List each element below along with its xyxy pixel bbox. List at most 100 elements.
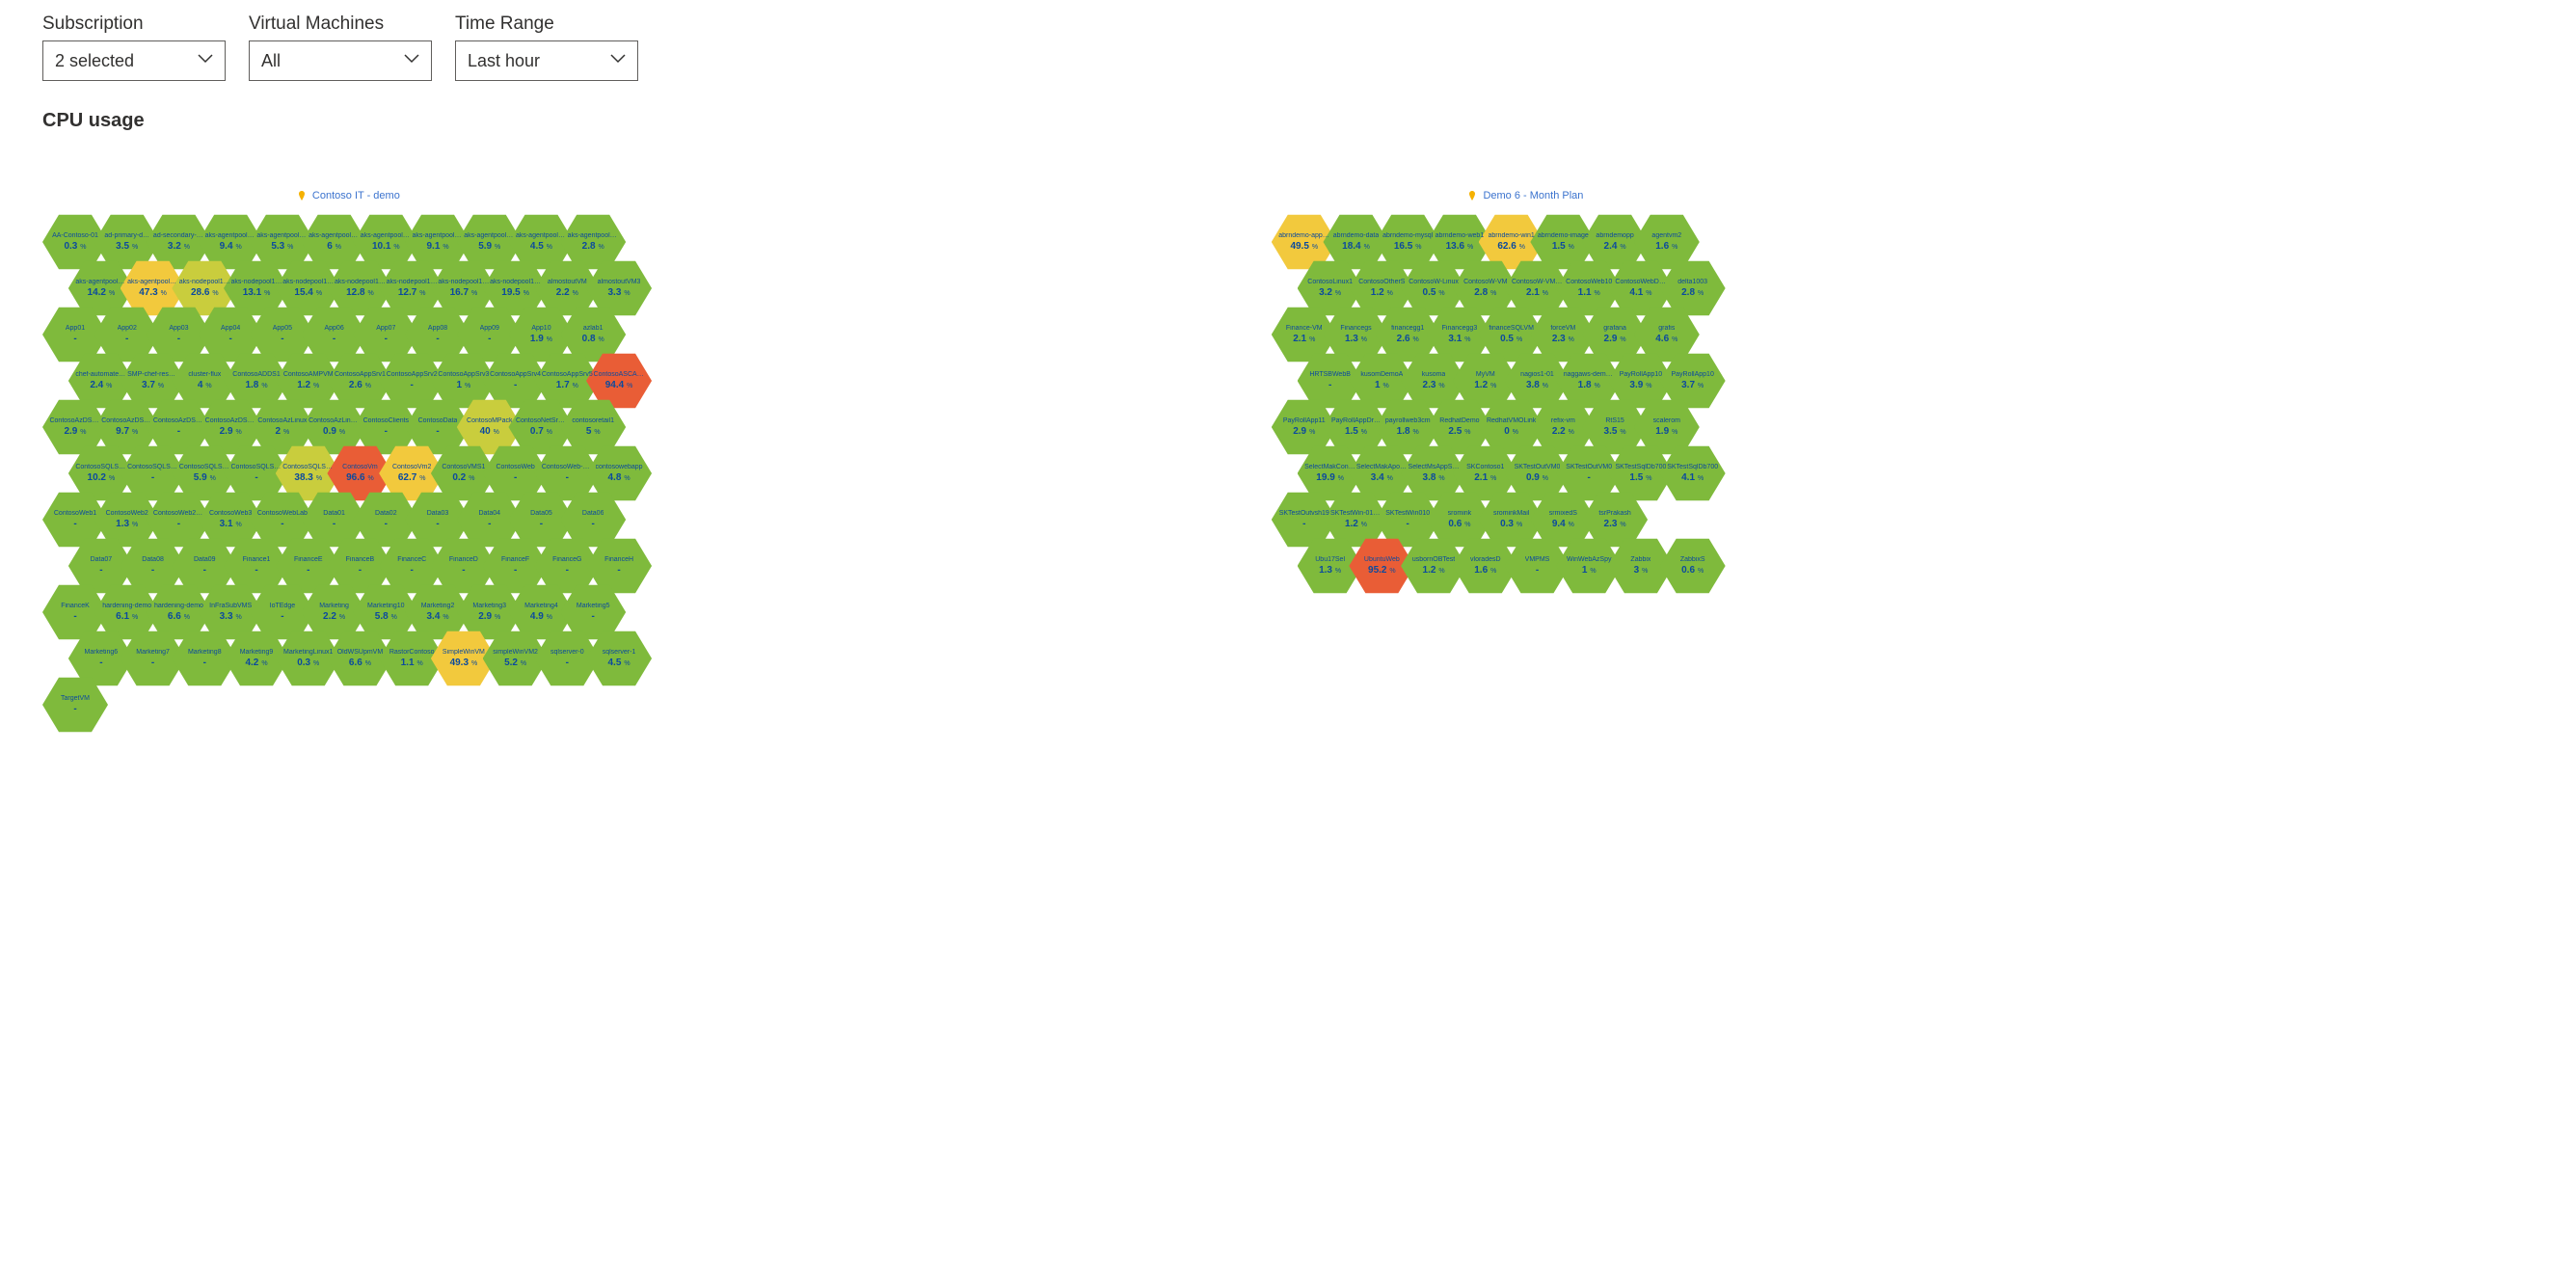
hex-cluster: Demo 6 - Month Planabrndemo-appsrv49.5 %…: [1272, 190, 1780, 737]
hex-value: 0.2 %: [452, 472, 474, 483]
hex-name: aks-agentpool1-40719: [568, 232, 619, 239]
hex-name: IoTEdge: [270, 603, 295, 609]
hex-value: 5 %: [586, 426, 601, 437]
hex-cell[interactable]: sqlserver-14.5 %: [586, 630, 652, 687]
hex-name: ContosoWeb3: [209, 510, 252, 517]
hex-value: 1.3 %: [1345, 334, 1367, 344]
hex-value: -: [514, 380, 517, 390]
hex-value: 3.8 %: [1526, 380, 1548, 390]
filter-select[interactable]: All: [249, 40, 432, 81]
hex-name: FinanceK: [61, 603, 90, 609]
hex-cluster: Contoso IT - demoAA-Contoso-010.3 %ad-pr…: [42, 190, 655, 737]
hex-value: 38.3 %: [294, 472, 322, 483]
hex-value: 0.3 %: [1500, 519, 1522, 529]
hex-value: -: [514, 472, 517, 483]
hex-value: 5.9 %: [478, 241, 500, 252]
hex-name: Marketing5: [577, 603, 610, 609]
hex-value: 3.2 %: [168, 241, 190, 252]
hex-value: 9.4 %: [1552, 519, 1574, 529]
hex-name: tsrPrakash: [1598, 510, 1630, 517]
hex-value: 6 %: [327, 241, 341, 252]
hex-name: HRTSBWebB: [1309, 371, 1351, 378]
hex-name: ContosoSQLSrv2: [127, 464, 178, 470]
section-title: CPU usage: [42, 110, 2534, 132]
hex-value: 2.3 %: [1423, 380, 1445, 390]
hex-name: VMPMS: [1525, 556, 1550, 563]
hex-value: -: [281, 519, 283, 529]
hex-name: ContosoWeb2-Linux: [153, 510, 204, 517]
hex-value: 1.5 %: [1552, 241, 1574, 252]
hex-name: Data03: [427, 510, 449, 517]
hex-value: 1.8 %: [245, 380, 267, 390]
hex-name: ContosoAzDSVS2: [205, 417, 256, 424]
hex-name: SKTestSqlDb700: [1615, 464, 1666, 470]
hex-name: App01: [66, 325, 85, 332]
hex-value: 9.7 %: [116, 426, 138, 437]
hex-name: sromink: [1448, 510, 1472, 517]
hex-name: naggaws-demo-01: [1564, 371, 1615, 378]
hex-name: FinanceH: [604, 556, 633, 563]
hex-value: 1.2 %: [1474, 380, 1496, 390]
filters-bar: Subscription 2 selected Virtual Machines Al…: [42, 13, 2534, 81]
hex-name: ContosoW-VM-no: [1512, 279, 1563, 285]
hex-value: -: [99, 565, 102, 576]
hex-value: -: [255, 565, 257, 576]
hex-value: 2.5 %: [1448, 426, 1470, 437]
hex-value: -: [1536, 565, 1539, 576]
hex-name: kusomDemoA: [1360, 371, 1403, 378]
hex-cell[interactable]: TargetVM-: [42, 676, 108, 734]
hex-value: -: [436, 334, 439, 344]
hex-value: 2.9 %: [1293, 426, 1315, 437]
hex-name: almostoutVM: [548, 279, 587, 285]
hex-name: simpleWinVM2: [493, 649, 538, 656]
hex-value: 4 %: [198, 380, 212, 390]
hex-value: -: [462, 565, 465, 576]
filter-select[interactable]: 2 selected: [42, 40, 226, 81]
hex-value: -: [436, 519, 439, 529]
hex-name: FinanceC: [397, 556, 426, 563]
filter-select[interactable]: Last hour: [455, 40, 638, 81]
filter-value: Last hour: [468, 51, 540, 71]
cluster-title: Demo 6 - Month Plan: [1467, 190, 1583, 201]
filter-label: Subscription: [42, 13, 226, 35]
hex-name: Marketing10: [367, 603, 405, 609]
hex-value: 0.3 %: [297, 657, 319, 668]
hex-value: 4.1 %: [1681, 472, 1704, 483]
hex-name: App08: [428, 325, 447, 332]
hex-value: -: [203, 657, 206, 668]
hex-value: 6.1 %: [116, 611, 138, 622]
hex-value: 6.6 %: [349, 657, 371, 668]
hex-name: Marketing6: [85, 649, 119, 656]
hex-value: 0.5 %: [1423, 287, 1445, 298]
hex-value: 1.6 %: [1655, 241, 1677, 252]
hex-value: 95.2 %: [1368, 565, 1396, 576]
hex-value: -: [151, 565, 154, 576]
hex-value: -: [488, 519, 491, 529]
hex-name: vloradesD: [1470, 556, 1501, 563]
hex-name: abrndemo-appsrv: [1278, 232, 1329, 239]
hex-name: ContosoAzLinux1: [309, 417, 360, 424]
hex-name: Marketing4: [524, 603, 558, 609]
hex-value: 2.8 %: [582, 241, 604, 252]
hex-value: 3.7 %: [1681, 380, 1704, 390]
hex-value: 4.6 %: [1655, 334, 1677, 344]
hex-cell[interactable]: ZabbixS0.6 %: [1660, 537, 1726, 595]
hex-value: 2.3 %: [1552, 334, 1574, 344]
hex-value: -: [488, 334, 491, 344]
hex-name: almostoutVM3: [598, 279, 641, 285]
hex-value: 3.2 %: [1319, 287, 1341, 298]
hex-value: 1.2 %: [297, 380, 319, 390]
hex-name: ContosoWeb1: [54, 510, 96, 517]
hex-value: 62.7 %: [398, 472, 426, 483]
hex-name: ContosoAppSrv1: [335, 371, 386, 378]
hex-name: cluster-flux: [188, 371, 221, 378]
hex-value: 2.1 %: [1474, 472, 1496, 483]
hex-cell[interactable]: SKTestSqlDb7004.1 %: [1660, 444, 1726, 502]
hex-value: -: [436, 426, 439, 437]
hex-value: 19.9 %: [1316, 472, 1344, 483]
hex-value: -: [177, 334, 180, 344]
filter-label: Time Range: [455, 13, 638, 35]
hex-name: FinanceF: [501, 556, 529, 563]
filter-label: Virtual Machines: [249, 13, 432, 35]
hex-name: SMP-chef-reso-VM: [127, 371, 178, 378]
